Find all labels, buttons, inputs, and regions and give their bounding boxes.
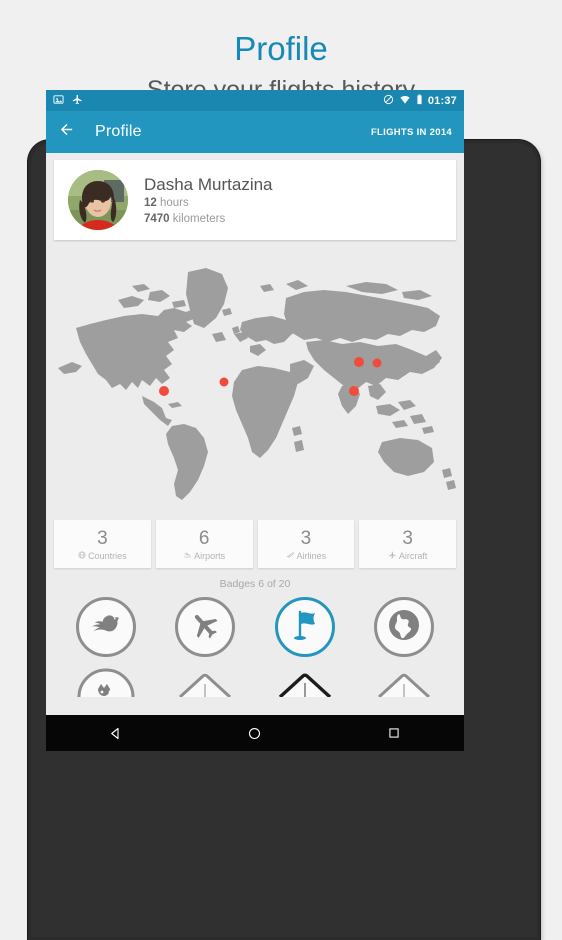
map-landmasses [58, 268, 456, 500]
stat-card-aircraft[interactable]: 3 Aircraft [359, 520, 456, 568]
stat-card-airlines[interactable]: 3 Airlines [257, 520, 355, 568]
airplane-icon [189, 609, 221, 646]
stat-label-aircraft: Aircraft [398, 550, 428, 561]
profile-distance-unit: kilometers [172, 212, 226, 225]
android-nav-bar [46, 715, 464, 751]
shield-badge-2[interactable] [275, 667, 335, 715]
status-bar-clock: 01:37 [427, 94, 457, 107]
battery-icon [416, 92, 423, 110]
stat-card-countries[interactable]: 3 Countries [54, 520, 151, 568]
airplane-badge[interactable] [175, 597, 236, 657]
airplane-mode-icon [72, 92, 83, 110]
map-marker-new-york[interactable] [219, 377, 229, 387]
shield-icon [275, 667, 335, 702]
stat-value-airports: 6 [198, 527, 210, 549]
badges-row-1 [46, 597, 464, 657]
stat-value-airlines: 3 [300, 527, 312, 549]
airplane-icon [388, 551, 397, 561]
map-marker-kazan[interactable] [372, 358, 382, 368]
owl-badge[interactable] [76, 667, 136, 715]
profile-name: Dasha Murtazina [144, 174, 273, 194]
app-bar: Profile FLIGHTS IN 2014 [46, 111, 464, 153]
stat-value-aircraft: 3 [402, 527, 413, 549]
flag-icon [290, 609, 320, 646]
profile-card-wrapper: Dasha Murtazina 12 hours 7470 kilometers [46, 153, 464, 240]
screenshot-icon [53, 92, 64, 110]
back-arrow-icon[interactable] [58, 121, 75, 143]
map-marker-cyprus[interactable] [349, 386, 359, 396]
stats-row: 3 Countries 6 Airports 3 Airlines 3 Airc… [46, 520, 464, 568]
globe-icon [387, 608, 421, 647]
world-map[interactable] [46, 246, 464, 516]
badges-row-2 [46, 667, 464, 715]
nav-home-button[interactable] [232, 726, 278, 741]
world-map-svg [58, 268, 456, 500]
globe-icon [78, 551, 86, 561]
flights-year-button[interactable]: FLIGHTS IN 2014 [371, 127, 452, 138]
shield-badge-1[interactable] [175, 667, 235, 715]
promo-title: Profile [234, 30, 328, 67]
device-screen: 01:37 Profile FLIGHTS IN 2014 Dasha Murt… [46, 90, 464, 715]
stat-label-airlines: Airlines [296, 550, 327, 561]
profile-hours-value: 12 [144, 196, 157, 209]
nav-recents-button[interactable] [371, 726, 417, 740]
badges-title: Badges 6 of 20 [219, 578, 291, 590]
bird-badge[interactable] [75, 597, 136, 657]
bird-icon [90, 612, 122, 643]
globe-badge[interactable] [374, 597, 435, 657]
stat-label-airlines-row: Airlines [286, 550, 327, 561]
flag-badge[interactable] [274, 597, 335, 657]
shield-icon [175, 667, 235, 702]
wifi-icon [399, 92, 411, 110]
status-bar: 01:37 [46, 90, 464, 111]
back-triangle-icon [111, 727, 119, 739]
stat-value-countries: 3 [97, 527, 108, 549]
profile-hours-unit: hours [160, 196, 189, 209]
profile-distance: 7470 kilometers [144, 212, 273, 227]
profile-card[interactable]: Dasha Murtazina 12 hours 7470 kilometers [54, 160, 456, 240]
stat-label-airports: Airports [194, 550, 226, 561]
jet-icon [286, 551, 295, 561]
page-title: Profile [95, 123, 142, 140]
do-not-disturb-icon [383, 92, 394, 110]
shield-badge-3[interactable] [374, 667, 434, 715]
nav-back-button[interactable] [93, 726, 139, 741]
avatar[interactable] [68, 170, 128, 230]
profile-details: Dasha Murtazina 12 hours 7470 kilometers [144, 174, 273, 227]
stat-label-aircraft-row: Aircraft [388, 550, 428, 561]
stat-label-airports-row: Airports [183, 551, 225, 561]
home-circle-icon [249, 727, 261, 739]
recents-square-icon [389, 728, 399, 738]
map-marker-san-francisco[interactable] [159, 386, 169, 396]
profile-distance-value: 7470 [144, 212, 170, 225]
shield-icon [374, 667, 434, 702]
owl-icon [76, 667, 136, 702]
stat-card-airports[interactable]: 6 Airports [155, 520, 253, 568]
profile-hours: 12 hours [144, 196, 273, 211]
map-marker-moscow[interactable] [354, 357, 364, 367]
takeoff-icon [183, 551, 192, 561]
stat-label-countries-row: Countries [78, 551, 127, 561]
stat-label-countries: Countries [88, 550, 127, 561]
